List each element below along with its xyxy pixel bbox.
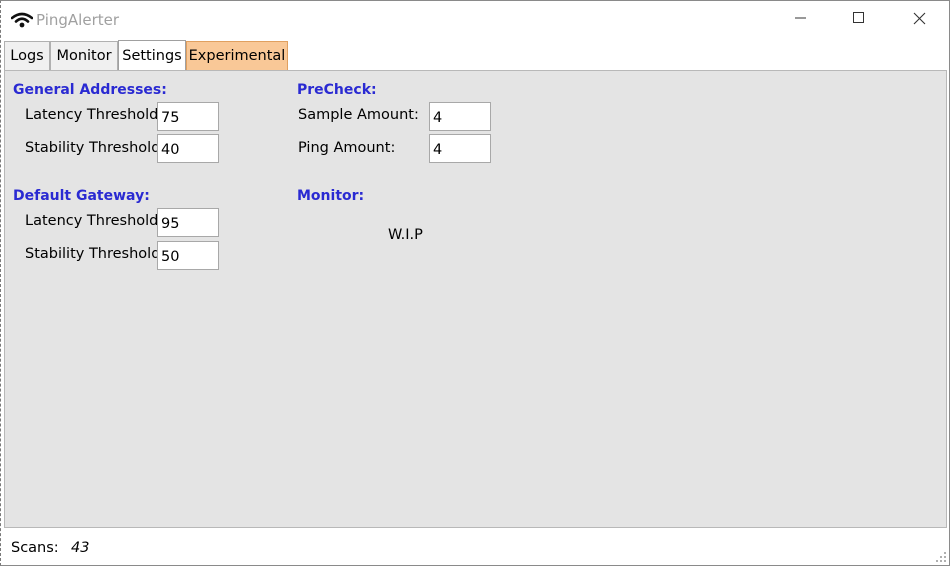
ping-amount-input[interactable] [429,134,491,163]
close-button[interactable] [889,1,949,39]
tab-settings[interactable]: Settings [118,40,186,70]
status-bar: Scans: 43 [1,529,949,565]
minimize-button[interactable] [771,1,831,39]
gateway-latency-input[interactable] [157,208,219,237]
sample-amount-input[interactable] [429,102,491,131]
default-gateway-heading: Default Gateway: [13,188,150,204]
gateway-stability-input[interactable] [157,241,219,270]
minimize-icon [795,12,807,28]
resize-grip-icon[interactable] [933,549,947,563]
precheck-heading: PreCheck: [297,82,377,98]
general-latency-label: Latency Threshold: [25,107,164,123]
monitor-heading: Monitor: [297,188,365,204]
maximize-button[interactable] [829,1,889,39]
close-icon [913,12,926,29]
title-bar[interactable]: PingAlerter [1,1,949,39]
general-addresses-heading: General Addresses: [13,82,167,98]
general-stability-label: Stability Threshold: [25,140,166,156]
gateway-stability-label: Stability Threshold: [25,246,166,262]
app-window: PingAlerter Logs Monitor Settings Experi… [0,0,950,566]
general-stability-input[interactable] [157,134,219,163]
general-latency-input[interactable] [157,102,219,131]
ping-amount-label: Ping Amount: [298,140,396,156]
settings-panel: General Addresses: Latency Threshold: St… [4,70,947,528]
wifi-signal-icon [10,12,34,28]
scans-label: Scans: [11,540,59,556]
window-title: PingAlerter [36,11,120,29]
tab-experimental[interactable]: Experimental [186,41,288,70]
maximize-icon [853,12,865,28]
gateway-latency-label: Latency Threshold: [25,213,164,229]
tab-logs[interactable]: Logs [4,41,50,70]
tab-monitor[interactable]: Monitor [50,41,118,70]
sample-amount-label: Sample Amount: [298,107,419,123]
monitor-wip-text: W.I.P [388,227,423,243]
scans-count: 43 [71,540,90,556]
